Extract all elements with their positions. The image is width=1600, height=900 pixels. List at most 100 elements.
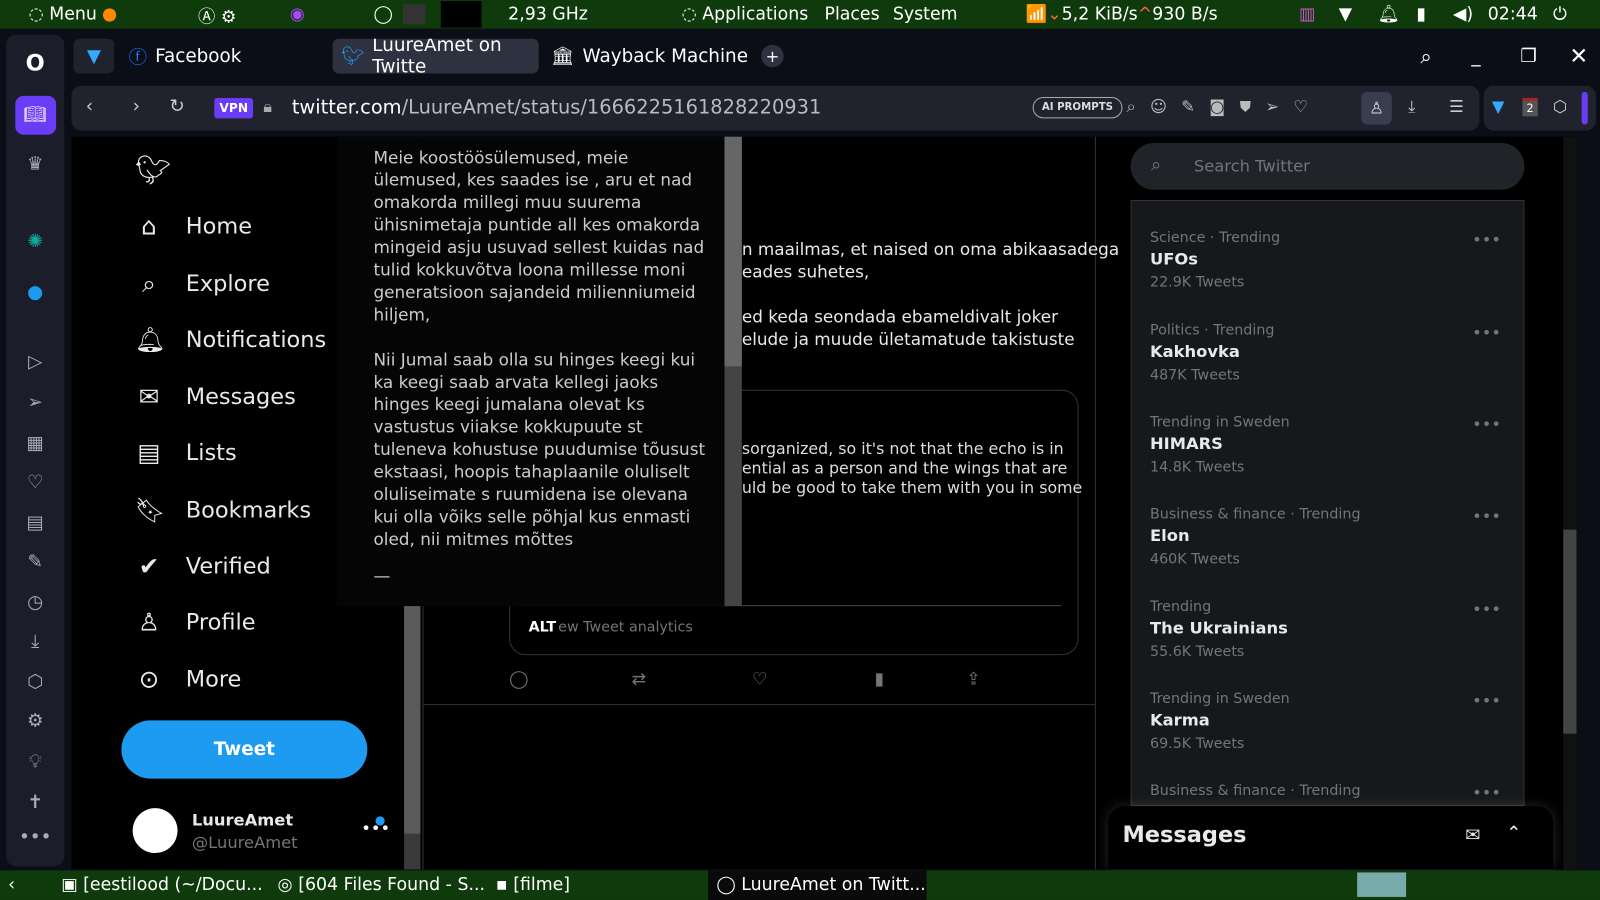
lock-icon[interactable]: 🔒︎ xyxy=(263,97,272,117)
account-handle: @LuureAmet xyxy=(191,832,298,853)
new-tab-button[interactable]: + xyxy=(761,44,784,68)
tweet-button[interactable]: Tweet xyxy=(121,720,368,779)
snapshot-icon[interactable]: ✎ xyxy=(6,551,64,572)
expand-icon[interactable]: ⌃ xyxy=(1506,822,1521,843)
trend-item[interactable]: Politics · Trending Kakhovka 487K Tweets ••… xyxy=(1150,322,1517,383)
workspace-switcher[interactable] xyxy=(1357,872,1407,897)
close-button[interactable]: ✕ xyxy=(1561,39,1596,74)
share-icon[interactable]: ⇪ xyxy=(966,669,981,689)
chatgpt-icon[interactable]: ✺ xyxy=(6,231,64,252)
player-icon[interactable]: ▷ xyxy=(6,351,64,372)
reload-button[interactable]: ↻ xyxy=(169,96,184,117)
tips-icon[interactable]: 💡︎ xyxy=(6,751,64,772)
audio-app-icon[interactable]: ▥ xyxy=(1299,4,1315,24)
ai-prompts-button[interactable]: AI PROMPTS xyxy=(1032,96,1123,119)
url-field[interactable]: twitter.com/LuureAmet/status/16662251618… xyxy=(292,96,821,118)
twitter-logo-icon[interactable]: 🐦︎ xyxy=(135,153,171,187)
taskbar-item[interactable]: ▣ [eestilood (~/Docu... xyxy=(61,874,262,894)
crown-icon[interactable]: ♛ xyxy=(6,153,64,174)
views-icon[interactable]: ▮ xyxy=(874,669,884,689)
more-icon[interactable]: ••• xyxy=(6,827,64,848)
tab-facebook[interactable]: ⓕ Facebook xyxy=(120,39,249,74)
news-icon[interactable]: ▤ xyxy=(6,512,64,533)
account-switcher[interactable]: LuureAmet @LuureAmet ••• xyxy=(132,808,439,859)
workspace-icon[interactable]: ▼ xyxy=(73,38,115,74)
nav-profile[interactable]: ♙ Profile xyxy=(135,608,256,637)
like-icon[interactable]: ♡ xyxy=(752,669,768,689)
system-menu[interactable]: System xyxy=(893,4,958,24)
new-message-icon[interactable]: ✉ xyxy=(1465,824,1480,845)
easy-setup-icon[interactable]: ☰ xyxy=(1449,97,1464,116)
toolbar-icons[interactable]: ⌕☺✎◙⛊➢♡ xyxy=(1127,97,1323,117)
taskbar-left-arrow[interactable]: ‹ xyxy=(8,874,15,894)
taskbar-item[interactable]: ◎ [604 Files Found - S... xyxy=(278,874,485,894)
power-icon[interactable]: ⏻ xyxy=(1553,4,1567,24)
download-icon[interactable]: ⤓ xyxy=(1408,97,1415,117)
search-input[interactable]: ⌕ Search Twitter xyxy=(1130,142,1525,190)
nav-explore[interactable]: ⌕ Explore xyxy=(135,269,270,298)
twitter-icon[interactable]: ● xyxy=(6,282,64,303)
send-icon[interactable]: ➢ xyxy=(6,392,64,413)
reply-icon[interactable]: ◯ xyxy=(509,669,528,689)
page-scrollbar[interactable] xyxy=(404,604,421,870)
opera-icon[interactable]: ◯ xyxy=(373,4,392,24)
maximize-button[interactable]: ❐ xyxy=(1512,39,1545,74)
browser-scrollbar[interactable] xyxy=(1563,136,1577,870)
search-app-icon[interactable]: Ⓐ ⚙ xyxy=(198,2,236,28)
extension-badge[interactable]: 2 xyxy=(1522,97,1538,117)
notification-bell-icon[interactable]: 🔔︎ xyxy=(1378,4,1400,24)
forward-button[interactable]: › xyxy=(133,96,140,117)
trend-item[interactable]: Business & finance · Trending Elon 460K Tw… xyxy=(1150,506,1517,567)
trend-item[interactable]: Science · Trending UFOs 22.9K Tweets ••• xyxy=(1150,230,1517,291)
retweet-icon[interactable]: ⇄ xyxy=(632,669,647,689)
settings-icon[interactable]: ⚙ xyxy=(6,710,64,731)
trend-item[interactable]: Business & finance · Trending ••• xyxy=(1150,783,1517,802)
wifi-icon[interactable]: ▼ xyxy=(1339,4,1352,24)
reading-list-icon[interactable]: 📖︎ xyxy=(6,95,64,135)
places-menu[interactable]: Places xyxy=(824,4,879,24)
tab-wayback[interactable]: 🏛︎ Wayback Machine xyxy=(543,39,756,74)
tab-twitter[interactable]: 🐦︎ LuureAmet on Twitte xyxy=(332,38,539,74)
mail-icon: ✉ xyxy=(138,382,160,412)
tooltip-scrollbar[interactable] xyxy=(724,136,742,607)
nav-notifications[interactable]: 🔔︎ Notifications xyxy=(135,326,327,355)
tweet-analytics-link[interactable]: ew Tweet analytics xyxy=(558,619,693,635)
back-button[interactable]: ‹ xyxy=(86,96,93,117)
nav-home[interactable]: ⌂ Home xyxy=(135,212,252,241)
nav-lists[interactable]: ▤ Lists xyxy=(135,439,236,468)
opera-logo-icon[interactable]: O xyxy=(6,51,64,77)
speed-dial-icon[interactable]: ▦ xyxy=(6,433,64,454)
clock[interactable]: 02:44 xyxy=(1488,4,1538,24)
gem-extension-icon[interactable]: ▼ xyxy=(1492,97,1505,116)
taskbar-item[interactable]: ▪ [filme] xyxy=(496,874,570,894)
sidebar-toggle[interactable] xyxy=(1581,91,1588,125)
battery-icon[interactable]: ▮ xyxy=(1416,4,1426,24)
cube-extension-icon[interactable]: ⬡ xyxy=(1553,97,1567,116)
firefox-icon[interactable]: ● xyxy=(102,4,117,24)
taskbar-item-active[interactable]: ◯ LuureAmet on Twitt... xyxy=(708,870,927,900)
vpn-badge[interactable]: VPN xyxy=(214,97,254,119)
nav-bookmarks[interactable]: 🔖︎ Bookmarks xyxy=(135,496,311,525)
bible-icon[interactable]: ✝ xyxy=(6,792,64,813)
search-tabs-icon[interactable]: ⌕ xyxy=(1412,39,1440,74)
alt-text-tooltip: Meie koostöösülemused, meie ülemused, ke… xyxy=(336,136,742,607)
extensions-icon[interactable]: ⬡ xyxy=(6,671,64,692)
trend-item[interactable]: Trending The Ukrainians 55.6K Tweets ••• xyxy=(1150,599,1517,660)
applications-menu[interactable]: ◌ Applications xyxy=(682,4,809,24)
menu-button[interactable]: ◌ Menu xyxy=(29,4,97,24)
volume-icon[interactable]: ◀) xyxy=(1453,4,1473,24)
nav-more[interactable]: ⊙ More xyxy=(135,665,242,694)
trend-item[interactable]: Trending in Sweden Karma 69.5K Tweets ••• xyxy=(1150,691,1517,752)
messages-drawer[interactable]: Messages ✉ ⌃ xyxy=(1108,806,1554,870)
downloads-icon[interactable]: ⤓ xyxy=(6,631,64,652)
history-icon[interactable]: ◷ xyxy=(6,592,64,613)
nav-messages[interactable]: ✉ Messages xyxy=(135,383,296,412)
tor-icon[interactable]: ◉ xyxy=(290,4,305,24)
nav-verified[interactable]: ✔ Verified xyxy=(135,552,271,581)
alt-badge[interactable]: ALT xyxy=(529,619,557,635)
heart-icon[interactable]: ♡ xyxy=(6,471,64,492)
terminal-icon[interactable] xyxy=(403,4,426,25)
trend-item[interactable]: Trending in Sweden HIMARS 14.8K Tweets ••• xyxy=(1150,414,1517,475)
minimize-button[interactable]: _ xyxy=(1463,39,1489,74)
profile-icon[interactable]: ♙ xyxy=(1361,91,1392,125)
